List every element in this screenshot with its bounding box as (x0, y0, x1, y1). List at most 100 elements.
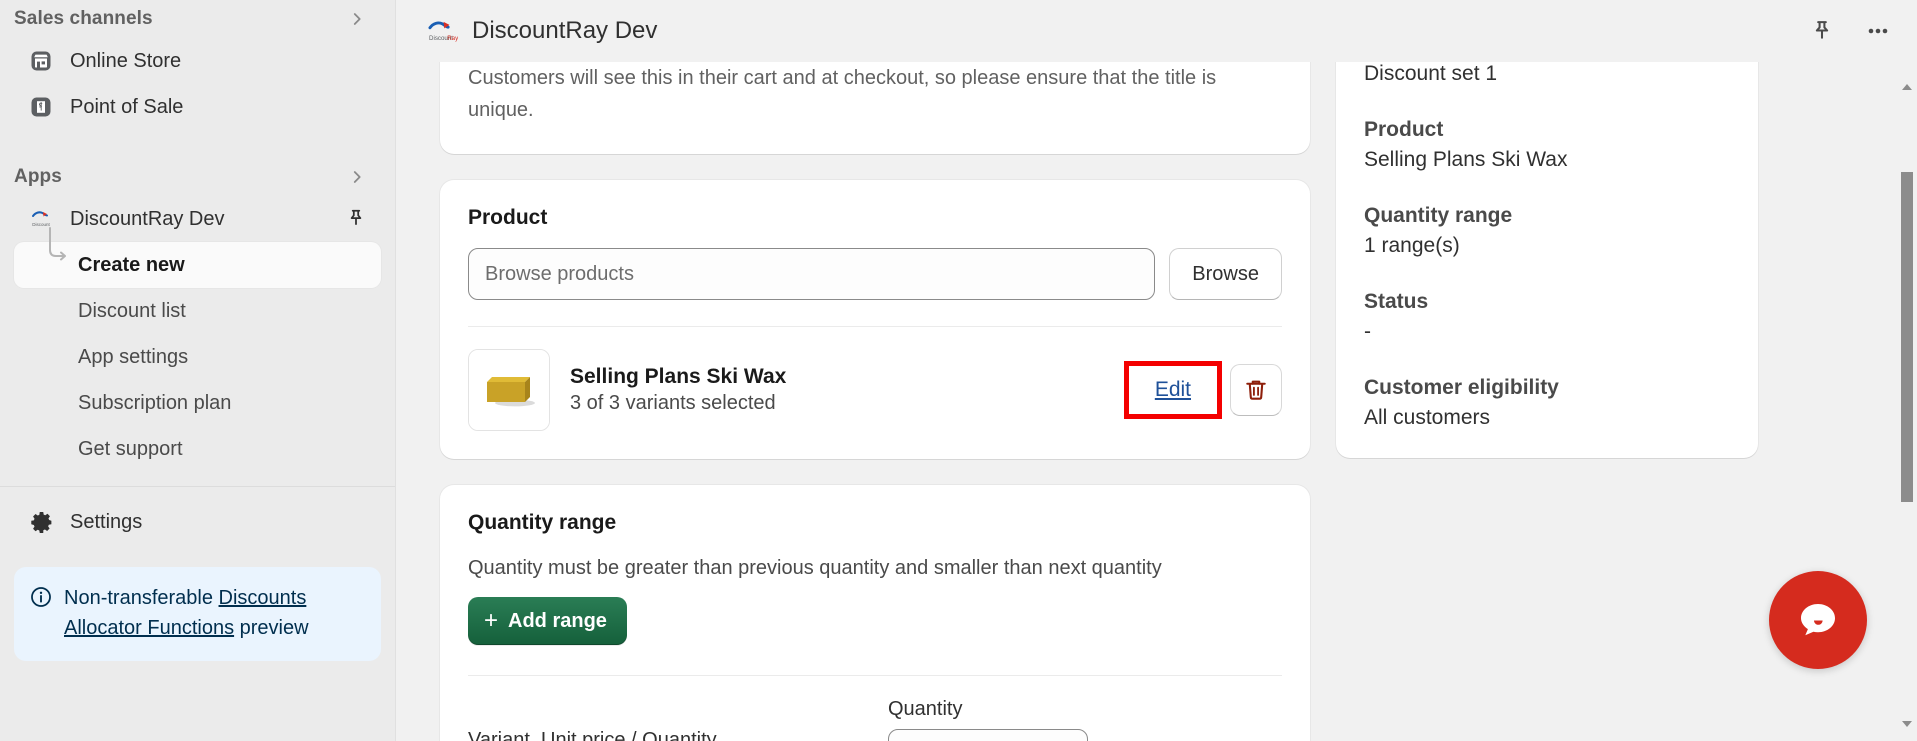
ellipsis-horizontal-icon[interactable] (1861, 14, 1895, 48)
product-card-title: Product (468, 206, 548, 229)
quantity-table-col1-header (468, 698, 888, 721)
summary-label-product: Product (1364, 118, 1444, 141)
sales-channels-title: Sales channels (14, 8, 153, 29)
sidebar-item-create-new[interactable]: Create new (14, 227, 381, 288)
quantity-table-row-label: Variant, Unit price / Quantity (468, 729, 717, 741)
sidebar-item-online-store-label: Online Store (70, 49, 182, 72)
sidebar-item-subscription-plan-label: Subscription plan (78, 391, 232, 414)
content-columns: Customers will see this in their cart an… (396, 62, 1917, 741)
right-column: Discount set 1 Product Selling Plans Ski… (1336, 62, 1758, 741)
quantity-range-title: Quantity range (468, 511, 617, 534)
scroll-down-caret-icon[interactable] (1902, 721, 1912, 727)
svg-text:Ray: Ray (447, 35, 458, 42)
product-name: Selling Plans Ski Wax (570, 365, 787, 388)
discountray-logo-icon: Discount Ray (424, 14, 458, 48)
title-helper-card: Customers will see this in their cart an… (440, 62, 1310, 154)
summary-block-customer-eligibility: Customer eligibility All customers (1364, 376, 1730, 430)
sidebar-item-subscription-plan[interactable]: Subscription plan (14, 380, 381, 426)
plus-icon: + (484, 607, 499, 634)
summary-block-quantity-range: Quantity range 1 range(s) (1364, 204, 1730, 258)
scrollbar-thumb[interactable] (1901, 172, 1913, 502)
app-brand: Discount Ray DiscountRay Dev (424, 14, 657, 48)
sidebar-item-online-store[interactable]: Online Store (14, 38, 381, 84)
summary-card: Discount set 1 Product Selling Plans Ski… (1336, 62, 1758, 458)
summary-label-customer-eligibility: Customer eligibility (1364, 376, 1559, 399)
sidebar-item-get-support-label: Get support (78, 437, 183, 460)
summary-label-status: Status (1364, 290, 1429, 313)
quantity-range-card: Quantity range Quantity must be greater … (440, 485, 1310, 741)
add-range-label: Add range (508, 609, 607, 632)
sidebar-section-apps[interactable]: Apps (0, 158, 395, 196)
pin-icon[interactable] (1805, 14, 1839, 48)
main-area: Discount Ray DiscountRay Dev Customers w… (396, 0, 1917, 741)
chat-bubble-icon (1801, 604, 1835, 636)
sidebar-item-create-new-label: Create new (78, 253, 185, 276)
quantity-table-row: Variant, Unit price / Quantity (468, 729, 1282, 741)
edit-highlight-box: Edit (1123, 361, 1222, 419)
app-title: DiscountRay Dev (472, 17, 658, 44)
sidebar: Sales channels Online Store Point of Sal… (0, 0, 396, 741)
edit-product-link[interactable]: Edit (1155, 378, 1191, 402)
quantity-range-description: Quantity must be greater than previous q… (468, 557, 1162, 579)
banner-lead: Non-transferable (64, 587, 213, 609)
apps-title: Apps (14, 166, 62, 187)
browse-button[interactable]: Browse (1169, 248, 1282, 300)
gear-icon (28, 509, 54, 535)
title-helper-text: Customers will see this in their cart an… (468, 67, 1217, 121)
sidebar-item-app-settings-label: App settings (78, 345, 189, 368)
sidebar-divider (0, 486, 395, 487)
sidebar-section-sales-channels[interactable]: Sales channels (0, 0, 395, 38)
preview-banner: Non-transferable Discounts Allocator Fun… (14, 567, 381, 661)
product-variants-count: 3 of 3 variants selected (570, 392, 776, 414)
banner-trail: preview (239, 617, 309, 639)
sidebar-item-app-settings[interactable]: App settings (14, 334, 381, 380)
sidebar-item-discount-list[interactable]: Discount list (14, 288, 381, 334)
store-icon (28, 48, 54, 74)
chevron-right-icon[interactable] (347, 167, 367, 187)
quantity-input[interactable] (888, 729, 1088, 741)
svg-text:Discount: Discount (32, 222, 50, 227)
quantity-table-col2-header: Quantity (888, 698, 963, 720)
discountray-logo-icon: Discount (28, 206, 54, 232)
summary-value-customer-eligibility: All customers (1364, 406, 1491, 429)
top-bar: Discount Ray DiscountRay Dev (396, 0, 1917, 62)
sidebar-item-point-of-sale[interactable]: Point of Sale (14, 84, 381, 130)
add-range-button[interactable]: + Add range (468, 597, 627, 645)
summary-label-quantity-range: Quantity range (1364, 204, 1513, 227)
pin-icon[interactable] (345, 208, 367, 230)
page-scrollbar[interactable] (1901, 62, 1913, 741)
summary-value-status: - (1364, 320, 1371, 343)
chevron-right-icon[interactable] (347, 9, 367, 29)
sidebar-item-discountray-dev[interactable]: Discount DiscountRay Dev (14, 196, 381, 242)
sidebar-item-settings[interactable]: Settings (14, 499, 381, 545)
scroll-up-caret-icon[interactable] (1902, 84, 1912, 90)
summary-value-product: Selling Plans Ski Wax (1364, 148, 1568, 171)
chat-widget-button[interactable] (1769, 571, 1867, 669)
summary-heading: Discount set 1 (1364, 62, 1498, 85)
quantity-table-header: Quantity (468, 676, 1282, 721)
delete-product-button[interactable] (1230, 364, 1282, 416)
product-card: Product Browse products Browse Selling P… (440, 180, 1310, 459)
left-column: Customers will see this in their cart an… (440, 62, 1310, 741)
summary-block-product: Product Selling Plans Ski Wax (1364, 118, 1730, 172)
sidebar-item-settings-label: Settings (70, 510, 143, 533)
product-actions: Edit (1123, 361, 1282, 419)
info-circle-icon (30, 586, 52, 608)
sidebar-item-discount-list-label: Discount list (78, 299, 186, 322)
shopify-bag-icon (28, 94, 54, 120)
product-search-row: Browse (468, 248, 1282, 300)
product-meta: Selling Plans Ski Wax 3 of 3 variants se… (570, 365, 786, 415)
selected-product-row: Selling Plans Ski Wax 3 of 3 variants se… (468, 327, 1282, 431)
quantity-table-row-input-cell (888, 729, 1088, 741)
summary-block-status: Status - (1364, 290, 1730, 344)
browse-products-input[interactable] (468, 248, 1156, 300)
discountray-dev-label: DiscountRay Dev (70, 207, 225, 230)
sidebar-item-point-of-sale-label: Point of Sale (70, 95, 184, 118)
app-root: Sales channels Online Store Point of Sal… (0, 0, 1917, 741)
sidebar-item-get-support[interactable]: Get support (14, 426, 381, 472)
summary-value-quantity-range: 1 range(s) (1364, 234, 1460, 257)
sidebar-scroll-area: Sales channels Online Store Point of Sal… (0, 0, 395, 741)
banner-text: Non-transferable Discounts Allocator Fun… (64, 583, 363, 643)
product-thumbnail (468, 349, 550, 431)
